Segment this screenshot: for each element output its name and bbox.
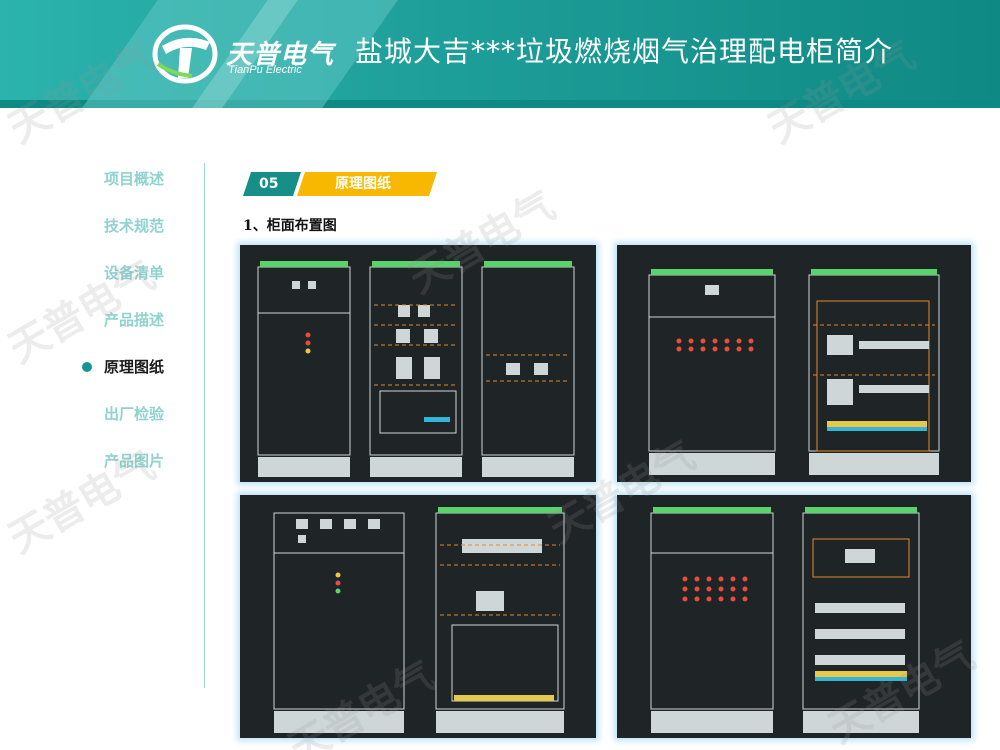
active-bullet-icon [82,362,92,372]
page-title: 盐城大吉***垃圾燃烧烟气治理配电柜简介 [355,35,894,68]
section-number: 05 [243,172,301,196]
tianpu-logo-icon [152,24,218,84]
header-banner: 天普电气 TianPu Electric 盐城大吉***垃圾燃烧烟气治理配电柜简… [0,0,1000,108]
sidebar-item-specs[interactable]: 技术规范 [104,215,164,236]
sidebar-item-schematics[interactable]: 原理图纸 [104,356,164,377]
cabinet-drawing-2 [617,245,971,482]
sidebar-divider [204,163,205,688]
cabinet-drawing-3 [240,495,596,738]
sidebar-item-overview[interactable]: 项目概述 [104,168,164,189]
sidebar-item-product-photos[interactable]: 产品图片 [104,450,164,471]
section-subheading: 1、柜面布置图 [243,218,337,234]
logo-text-en: TianPu Electric [228,64,302,76]
sidebar-item-equipment-list[interactable]: 设备清单 [104,262,164,283]
cabinet-drawing-1 [240,245,596,482]
section-label: 原理图纸 [297,172,437,196]
sidebar-item-factory-inspection[interactable]: 出厂检验 [104,403,164,424]
cabinet-drawing-4 [617,495,971,738]
sidebar-item-product-description[interactable]: 产品描述 [104,309,164,330]
